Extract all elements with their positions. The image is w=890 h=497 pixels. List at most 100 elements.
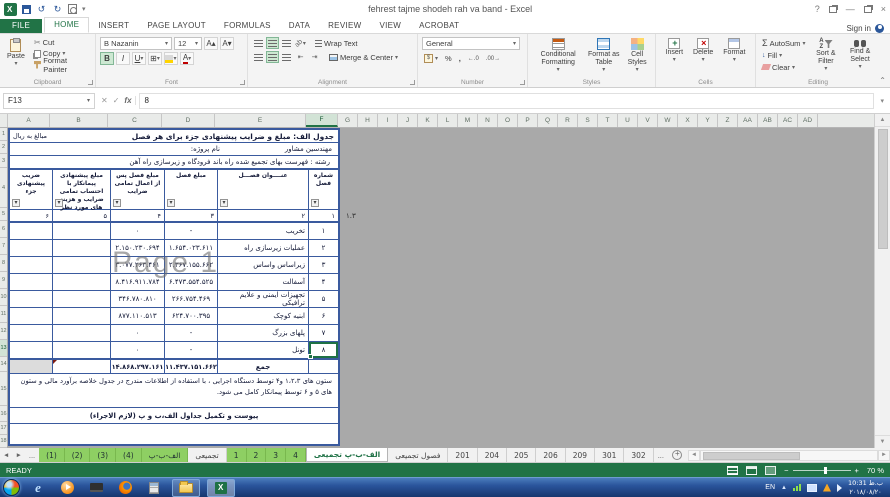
filter-dropdown-icon[interactable] [167, 199, 175, 207]
chapter-no-cell[interactable]: ۷ [308, 325, 338, 341]
col-num-3[interactable]: ۳ [164, 210, 217, 221]
total-coef-cell[interactable] [10, 360, 52, 373]
clipboard-dialog-launcher-icon[interactable] [88, 80, 93, 85]
bold-button[interactable]: B [100, 52, 114, 65]
collapse-ribbon-icon[interactable]: ⌃ [879, 76, 886, 85]
header-contractor-bid[interactable]: مبلغ پیشنهادی پیمانکار با احتساب تمامی ض… [52, 170, 110, 209]
sheet-tab[interactable]: 201 [448, 448, 477, 462]
contractor-bid-cell[interactable] [52, 257, 110, 273]
network-icon[interactable] [793, 484, 801, 491]
alert-icon[interactable] [823, 484, 831, 492]
footnote-row[interactable]: ستون های ۱،۲،۳ و۴ توسط دستگاه اجرایی ، ب… [10, 374, 338, 408]
coefficient-cell[interactable] [10, 240, 52, 256]
amount-after-cell[interactable]: ۰ [110, 325, 164, 341]
column-header[interactable]: H [358, 114, 378, 127]
row-header[interactable]: 11 [0, 306, 7, 323]
row-header[interactable]: 2 [0, 141, 7, 154]
header-partial-coefficient[interactable]: ضریب پیشنهادی جزء [10, 170, 52, 209]
column-header[interactable]: T [598, 114, 618, 127]
sheet-tab[interactable]: (2) [65, 448, 91, 462]
borders-button[interactable]: ⊞▾ [148, 52, 162, 65]
ribbon-tab[interactable]: FORMULAS [215, 19, 280, 33]
chapter-no-cell[interactable]: ۱ [308, 223, 338, 239]
autosum-button[interactable]: AutoSum▾ [760, 38, 807, 49]
filter-dropdown-icon[interactable] [311, 199, 319, 207]
sheet-tab[interactable]: 301 [595, 448, 624, 462]
column-header[interactable]: Z [718, 114, 738, 127]
sheet-tab[interactable]: الف-ب-پ [142, 448, 189, 462]
align-bottom-button[interactable] [280, 37, 293, 49]
zoom-control[interactable]: − + [784, 466, 859, 475]
vertical-scrollbar[interactable]: ▲ ▼ [874, 114, 890, 448]
filter-dropdown-icon[interactable] [55, 199, 63, 207]
row-header[interactable]: 13 [0, 340, 7, 357]
total-amount-cell[interactable]: ۱۱.۴۳۷.۱۵۱.۶۶۲ [164, 360, 217, 373]
row-header[interactable]: 17 [0, 422, 7, 435]
sheet-tab[interactable]: 209 [566, 448, 595, 462]
undo-icon[interactable] [36, 4, 47, 15]
tab-scroll-right-icon[interactable]: ► [12, 448, 24, 462]
cut-button[interactable]: Cut [32, 37, 91, 48]
column-header[interactable]: P [518, 114, 538, 127]
consultant-row[interactable]: مهندسین مشاور نام پروژه: [10, 143, 338, 156]
chapter-title-cell[interactable]: زیراساس واساس [217, 257, 308, 273]
column-header[interactable]: I [378, 114, 398, 127]
sheet-tab[interactable]: الف-ب-پ تجمیعی [306, 448, 388, 462]
normal-view-icon[interactable] [727, 466, 738, 475]
page-break-preview-icon[interactable] [765, 466, 776, 475]
alignment-dialog-launcher-icon[interactable] [410, 80, 415, 85]
media-player-icon[interactable] [56, 479, 78, 496]
sheet-tab[interactable]: 2 [247, 448, 267, 462]
contractor-bid-cell[interactable] [52, 223, 110, 239]
col-num-2[interactable]: ۲ [217, 210, 308, 221]
start-button[interactable] [3, 479, 20, 496]
chapter-amount-cell[interactable]: ۶۲۴.۷۰۰.۳۹۵ [164, 308, 217, 324]
close-button[interactable]: × [881, 4, 886, 14]
ribbon-tab[interactable]: PAGE LAYOUT [138, 19, 215, 33]
column-header[interactable]: E [215, 114, 306, 127]
cells-area[interactable]: 1 2 3 4 5 6 7 8 9 10 11 12 13 14 15 16 1… [0, 128, 874, 448]
row-header[interactable]: 15 [0, 372, 7, 406]
row-header[interactable]: 16 [0, 406, 7, 422]
vertical-scroll-thumb[interactable] [878, 129, 888, 249]
column-header[interactable]: W [658, 114, 678, 127]
underline-button[interactable]: U▾ [132, 52, 146, 65]
table-row[interactable]: ۱ تخریب - ۰ [10, 223, 338, 240]
table-row[interactable]: ۸ تونل - ۰ [10, 342, 338, 359]
ribbon-tab[interactable]: ACROBAT [410, 19, 468, 33]
save-icon[interactable] [22, 5, 31, 14]
column-header[interactable]: C [108, 114, 162, 127]
row-header[interactable]: 12 [0, 323, 7, 340]
clock[interactable]: 10:31 ب.ظ ۲۰۱۸/۰۸/۲۰ [848, 479, 887, 496]
row-header[interactable]: 8 [0, 255, 7, 272]
new-sheet-icon[interactable] [672, 450, 682, 460]
sign-in-button[interactable]: Sign in [847, 24, 890, 33]
total-row[interactable]: جمع ۱۱.۴۳۷.۱۵۱.۶۶۲ ۱۴.۸۶۸.۲۹۷.۱۶۱ [10, 359, 338, 374]
header-chapter-amount[interactable]: مبلغ فصل [164, 170, 217, 209]
row-header[interactable]: 10 [0, 289, 7, 306]
chapter-no-cell[interactable]: ۸ [308, 342, 338, 358]
fill-button[interactable]: ↓Fill▾ [760, 50, 807, 61]
filter-dropdown-icon[interactable] [220, 199, 228, 207]
zoom-level[interactable]: 70 % [867, 466, 884, 475]
chapter-no-cell[interactable]: ۵ [308, 291, 338, 307]
coefficient-cell[interactable] [10, 325, 52, 341]
calculator-icon[interactable] [143, 479, 165, 496]
column-header[interactable]: M [458, 114, 478, 127]
contractor-bid-cell[interactable] [52, 308, 110, 324]
column-header[interactable]: L [438, 114, 458, 127]
ribbon-tab[interactable]: VIEW [370, 19, 410, 33]
ribbon-tab[interactable]: INSERT [89, 19, 138, 33]
contractor-bid-cell[interactable] [52, 240, 110, 256]
internet-explorer-icon[interactable]: e [27, 479, 49, 496]
delete-cells-button[interactable]: Delete▾ [690, 37, 716, 65]
table-row[interactable]: ۵ تجهیزات ایمنی و علایم ترافیکی ۲۶۶.۷۵۴.… [10, 291, 338, 308]
coefficient-cell[interactable] [10, 342, 52, 358]
tab-overflow-right[interactable]: ... [654, 448, 668, 462]
column-header[interactable]: AD [798, 114, 818, 127]
hidden-icons-chevron-icon[interactable]: ▲ [781, 485, 787, 491]
row-header[interactable]: 6 [0, 221, 7, 238]
table-row[interactable]: ۷ پلهای بزرگ - ۰ [10, 325, 338, 342]
column-header[interactable]: J [398, 114, 418, 127]
scroll-left-icon[interactable]: ◄ [688, 450, 700, 461]
